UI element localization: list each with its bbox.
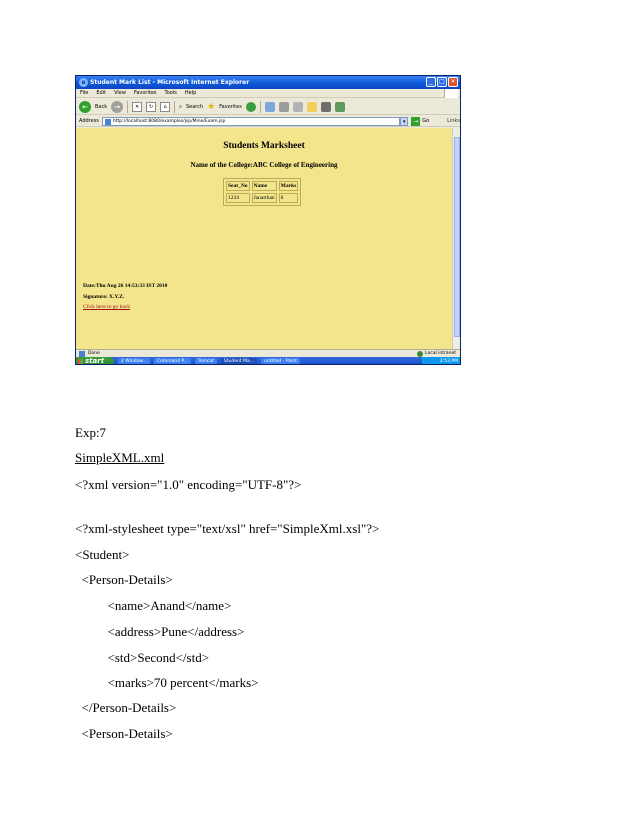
window-controls: _ □ ✕ — [426, 77, 458, 87]
window-titlebar: e Student Mark List - Microsoft Internet… — [76, 76, 460, 89]
table-header: Name — [251, 181, 277, 191]
status-bar: Done Local intranet — [76, 349, 460, 357]
code-line: <marks>70 percent</marks> — [75, 675, 259, 690]
start-label[interactable]: start — [85, 357, 104, 364]
taskbar-item[interactable]: 2 Window... — [118, 358, 150, 364]
menu-tools[interactable]: Tools — [165, 89, 177, 97]
menu-favorites[interactable]: Favorites — [134, 89, 157, 97]
home-icon[interactable]: ⌂ — [160, 101, 171, 112]
code-line: <Person-Details> — [75, 572, 173, 587]
go-button[interactable]: → Go — [411, 116, 429, 127]
messenger-icon[interactable] — [320, 101, 331, 112]
page-icon — [104, 118, 111, 125]
window-title: Student Mark List - Microsoft Internet E… — [90, 79, 250, 86]
table-row: 1234 Janarthan 6 — [226, 193, 299, 203]
links-label[interactable]: Links — [447, 116, 460, 127]
close-icon[interactable]: ✕ — [448, 77, 458, 87]
search-label[interactable]: Search — [186, 104, 203, 110]
page-title: Students Marksheet — [223, 141, 305, 151]
college-name: Name of the College:ABC College of Engin… — [190, 161, 338, 169]
table-header-row: Seat_No Name Marks — [226, 181, 299, 191]
taskbar-item[interactable]: Tomcat — [194, 358, 217, 364]
table-header: Marks — [278, 181, 299, 191]
print-icon[interactable] — [292, 101, 303, 112]
code-line: <std>Second</std> — [75, 650, 210, 665]
back-label[interactable]: Back — [95, 104, 107, 110]
taskbar-item[interactable]: Student Ma... — [220, 358, 257, 364]
vertical-scrollbar[interactable] — [452, 128, 460, 349]
code-line: <name>Anand</name> — [75, 598, 232, 613]
table-cell: Janarthan — [251, 193, 277, 203]
code-line: <Person-Details> — [75, 726, 173, 741]
system-tray-clock: 2:53 PM — [422, 357, 460, 364]
mail-icon[interactable] — [278, 101, 289, 112]
forward-arrow-icon[interactable]: → — [111, 100, 124, 113]
maximize-icon[interactable]: □ — [437, 77, 447, 87]
minimize-icon[interactable]: _ — [426, 77, 436, 87]
page-status-icon — [79, 350, 85, 357]
toolbar-separator — [174, 100, 176, 113]
favorites-star-icon[interactable]: ★ — [207, 102, 215, 112]
code-line: <?xml version="1.0" encoding="UTF-8"?> — [75, 477, 302, 492]
code-line: <address>Pune</address> — [75, 624, 245, 639]
code-line: </Person-Details> — [75, 700, 177, 715]
taskbar-item[interactable]: Command P... — [153, 358, 191, 364]
go-arrow-icon[interactable]: → — [411, 116, 421, 126]
table-header: Seat_No — [226, 181, 250, 191]
browser-toolbar: ← Back → ✕ ↻ ⌂ ⌕ Search ★ Favorites — [76, 99, 460, 115]
media-icon[interactable] — [245, 101, 256, 112]
go-label[interactable]: Go — [422, 116, 429, 127]
menu-edit[interactable]: Edit — [96, 89, 106, 97]
research-icon[interactable] — [334, 101, 345, 112]
table-cell: 6 — [278, 193, 299, 203]
toolbar-separator — [259, 100, 261, 113]
back-arrow-icon[interactable]: ← — [79, 100, 91, 113]
address-input[interactable]: http://localhost:8080/examples/jsp/Mine/… — [101, 116, 401, 126]
code-line: <Student> — [75, 547, 130, 562]
address-url[interactable]: http://localhost:8080/examples/jsp/Mine/… — [113, 119, 225, 124]
windows-flag-icon — [78, 359, 83, 364]
start-button[interactable]: start — [76, 357, 114, 364]
stop-icon[interactable]: ✕ — [132, 101, 143, 112]
marks-table: Seat_No Name Marks 1234 Janarthan 6 — [223, 178, 302, 206]
go-back-link[interactable]: Click here to go back — [83, 304, 130, 310]
address-bar: Address http://localhost:8080/examples/j… — [76, 116, 460, 127]
signature-text: Signature: X.Y.Z. — [83, 294, 125, 300]
refresh-icon[interactable]: ↻ — [146, 101, 157, 112]
page-viewport: Students Marksheet Name of the College:A… — [76, 128, 452, 349]
address-dropdown-icon[interactable]: ▾ — [400, 116, 409, 126]
table-cell: 1234 — [226, 193, 250, 203]
ie-logo-icon: e — [79, 78, 88, 87]
date-text: Date:Thu Aug 26 14:53:33 IST 2010 — [83, 283, 168, 289]
toolbar-separator — [127, 100, 129, 113]
windows-flag-icon — [444, 89, 458, 98]
browser-screenshot: e Student Mark List - Microsoft Internet… — [75, 75, 461, 365]
address-label: Address — [79, 117, 99, 124]
taskbar: start 2 Window... Command P... Tomcat St… — [76, 357, 460, 364]
menu-help[interactable]: Help — [185, 89, 196, 97]
taskbar-item[interactable]: untitled - Paint — [261, 358, 300, 364]
code-line: <?xml-stylesheet type="text/xsl" href="S… — [75, 521, 380, 536]
history-icon[interactable] — [264, 101, 275, 112]
scrollbar-thumb[interactable] — [454, 137, 460, 337]
xml-filename: SimpleXML.xml — [75, 450, 165, 465]
menu-view[interactable]: View — [114, 89, 126, 97]
folder-icon[interactable] — [306, 101, 317, 112]
menu-file[interactable]: File — [80, 89, 88, 97]
menu-bar: File Edit View Favorites Tools Help — [76, 89, 460, 98]
experiment-label: Exp:7 — [75, 425, 107, 440]
favorites-label[interactable]: Favorites — [219, 104, 242, 110]
search-icon[interactable]: ⌕ — [179, 104, 182, 110]
